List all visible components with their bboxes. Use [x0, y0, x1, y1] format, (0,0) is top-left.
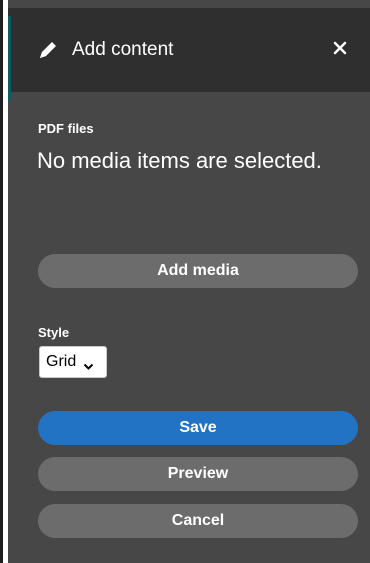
add-content-dialog: Add content PDF files No media items are…: [8, 0, 370, 563]
dialog-title: Add content: [72, 39, 174, 60]
style-selected-value: Grid: [46, 353, 77, 370]
chevron-down-icon: [83, 358, 94, 370]
media-selection-status: No media items are selected.: [37, 148, 322, 173]
pencil-icon: [37, 39, 59, 61]
preview-button[interactable]: Preview: [38, 457, 358, 491]
cancel-button[interactable]: Cancel: [38, 504, 358, 538]
add-media-button[interactable]: Add media: [38, 254, 358, 288]
style-select[interactable]: Grid: [39, 346, 107, 378]
header-accent-stripe: [8, 16, 11, 100]
close-icon: [333, 41, 347, 60]
dialog-header: Add content: [8, 8, 370, 100]
page-left-border: [0, 0, 3, 563]
save-button[interactable]: Save: [38, 411, 358, 445]
pdf-files-label: PDF files: [38, 121, 94, 136]
close-button[interactable]: [330, 38, 350, 62]
style-label: Style: [38, 325, 70, 340]
